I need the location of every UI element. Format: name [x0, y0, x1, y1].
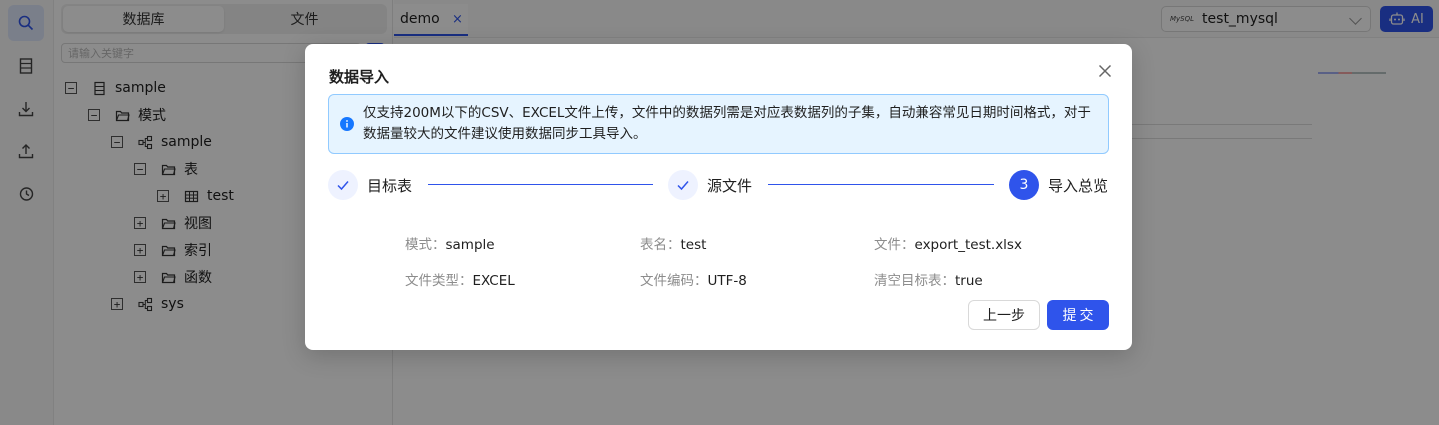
- check-icon: [337, 181, 349, 191]
- modal-title: 数据导入: [329, 68, 390, 86]
- step-label: 目标表: [367, 176, 413, 195]
- step-label: 导入总览: [1048, 176, 1109, 195]
- submit-button[interactable]: 提交: [1047, 300, 1109, 330]
- step-label: 源文件: [707, 176, 753, 195]
- close-icon: [1098, 64, 1112, 78]
- step-target-table: 目标表: [328, 169, 412, 201]
- alert-message: 仅支持200M以下的CSV、EXCEL文件上传，文件中的数据列需是对应表数据列的…: [363, 105, 1091, 142]
- info-alert: 仅支持200M以下的CSV、EXCEL文件上传，文件中的数据列需是对应表数据列的…: [328, 94, 1109, 154]
- step-import-overview: 3 导入总览: [1009, 169, 1108, 201]
- summary-file-type: 文件类型：EXCEL: [405, 273, 515, 289]
- summary-file: 文件：export_test.xlsx: [874, 237, 1022, 253]
- step-done-dot: [328, 170, 358, 200]
- summary-schema: 模式：sample: [405, 237, 495, 253]
- close-button[interactable]: [1097, 63, 1113, 79]
- summary-table: 表名：test: [640, 237, 707, 253]
- steps: 目标表 源文件 3 导入总览: [328, 169, 1109, 201]
- previous-button[interactable]: 上一步: [968, 300, 1040, 330]
- check-icon: [677, 181, 689, 191]
- step-connector: [768, 184, 994, 185]
- step-current-dot: 3: [1009, 170, 1039, 200]
- summary-truncate: 清空目标表：true: [874, 273, 983, 289]
- step-done-dot: [668, 170, 698, 200]
- summary-encoding: 文件编码：UTF-8: [640, 273, 747, 289]
- step-connector: [428, 184, 653, 185]
- info-icon: [340, 117, 354, 131]
- step-source-file: 源文件: [668, 169, 752, 201]
- data-import-modal: 数据导入 仅支持200M以下的CSV、EXCEL文件上传，文件中的数据列需是对应…: [305, 44, 1132, 350]
